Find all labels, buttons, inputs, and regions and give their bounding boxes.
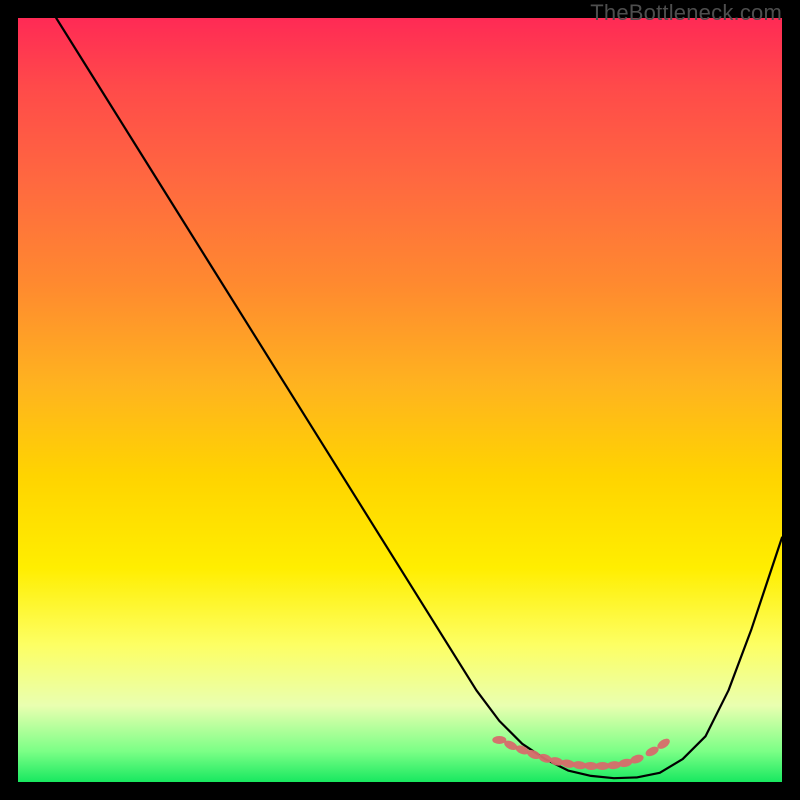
plot-area xyxy=(18,18,782,782)
curve-line xyxy=(56,18,782,778)
attribution-text: TheBottleneck.com xyxy=(590,0,782,26)
chart-svg xyxy=(18,18,782,782)
chart-frame: TheBottleneck.com xyxy=(0,0,800,800)
